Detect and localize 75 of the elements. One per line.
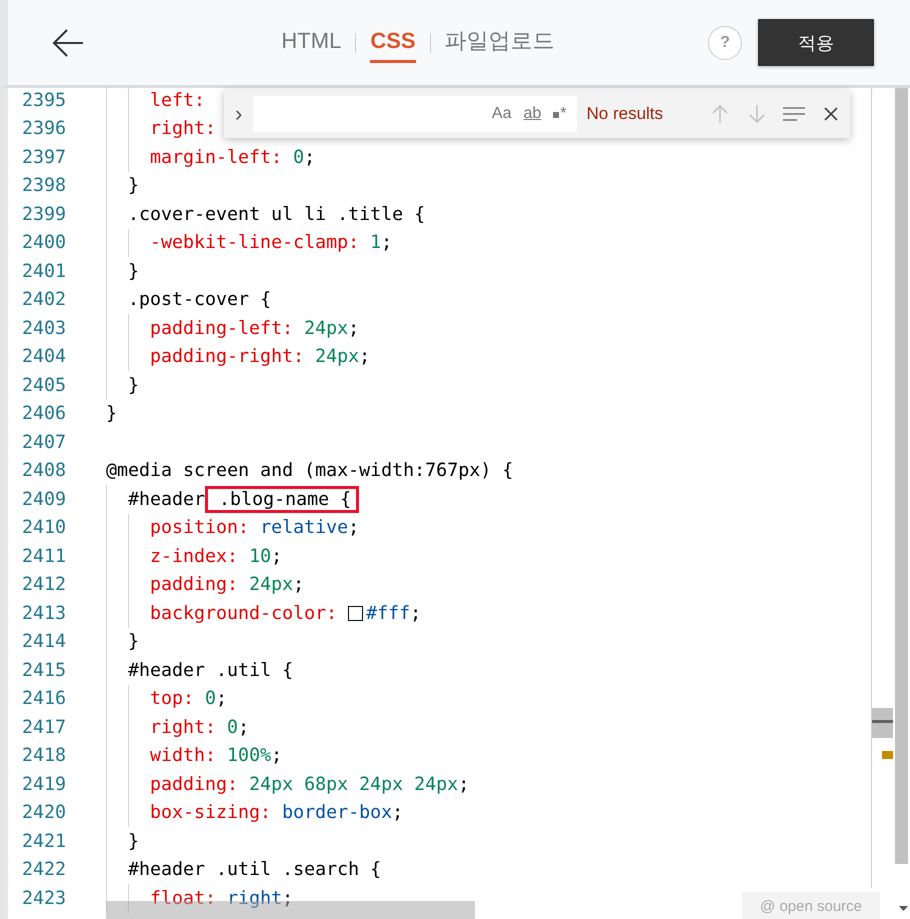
line-number: 2406 [21,403,68,424]
code-line: } [128,174,140,198]
line-number: 2423 [21,888,68,909]
search-option-button[interactable]: ab [521,105,544,123]
line-number: 2420 [21,802,68,824]
code-line: padding-right: 24px; [150,345,370,370]
editor-tab[interactable]: CSS [370,22,416,63]
line-number: 2421 [21,830,68,852]
code-line: -webkit-line-clamp: 1; [150,231,392,256]
line-number: 2412 [21,574,68,596]
code-line: z-index: 10; [150,544,282,569]
code-line: float: right; [150,886,294,911]
code-line: #header .util { [128,658,294,683]
line-number: 2400 [21,232,68,254]
code-line: } [128,374,140,398]
code-line: padding: 24px 68px 24px 24px; [150,772,470,797]
line-number: 2419 [21,774,68,795]
caret-icon[interactable] [899,906,908,911]
line-number: 2404 [21,346,68,368]
search-option-button[interactable]: * [551,105,568,123]
line-number: 2402 [21,289,68,310]
line-number: 2399 [21,204,68,225]
line-number: 2415 [21,660,68,681]
line-number: 2417 [21,716,68,738]
code-line: #header .util .search { [128,858,382,882]
code-line: margin-left: 0; [150,146,316,170]
line-number: 2411 [21,546,68,567]
open-source-label: @ open source [742,892,880,919]
help-button[interactable]: ? [708,26,742,60]
code-line: box-sizing: border-box; [150,801,404,826]
line-number: 2410 [21,517,68,538]
code-line: top: 0; [150,687,228,712]
code-line: } [128,260,140,284]
find-status: No results [586,104,664,124]
code-line: background-color: #fff; [150,602,422,626]
up-arrow-icon [712,104,728,124]
line-number: 2407 [21,432,68,453]
code-line: } [106,402,118,426]
line-number: 2396 [21,118,68,140]
code-line: .post-cover { [128,288,272,312]
line-number: 2403 [21,318,68,339]
code-line: .cover-event ul li .title { [128,202,426,227]
search-option-button[interactable]: Aa [490,105,514,123]
code-line: right: 0; [150,716,250,740]
line-number: 2405 [21,374,68,396]
line-number: 2408 [21,460,68,482]
line-number: 2414 [21,631,68,652]
lines-icon [783,106,806,122]
line-number: 2398 [21,175,68,196]
code-line: left: [150,88,206,113]
line-number: 2395 [21,90,68,111]
code-line: width: 100%; [150,744,282,768]
line-number: 2409 [21,488,68,510]
down-arrow-icon [749,104,766,124]
line-number: 2413 [21,602,68,624]
code-line: padding: 24px; [150,573,304,598]
line-number: 2397 [21,146,68,168]
code-line: @media screen and (max-width:767px) { [106,459,514,484]
expand-toggle[interactable]: › [224,101,254,127]
code-line: position: relative; [150,516,360,540]
editor-tab[interactable]: 파일업로드 [444,20,555,65]
code-line: right: [150,117,216,142]
line-number: 2418 [21,745,68,766]
code-line: } [128,630,140,654]
apply-button[interactable]: 적용 [758,19,874,66]
editor-tab[interactable]: HTML [281,22,342,63]
scrollbar-thumb[interactable] [895,88,908,864]
code-line: } [128,830,140,854]
close-icon [824,107,838,121]
line-number: 2416 [21,688,68,710]
code-line: #header .blog-name { [128,485,360,514]
line-number: 2401 [21,260,68,282]
code-line: padding-left: 24px; [150,316,360,341]
line-number: 2422 [21,859,68,880]
find-field[interactable]: Aa ab * [253,96,576,132]
